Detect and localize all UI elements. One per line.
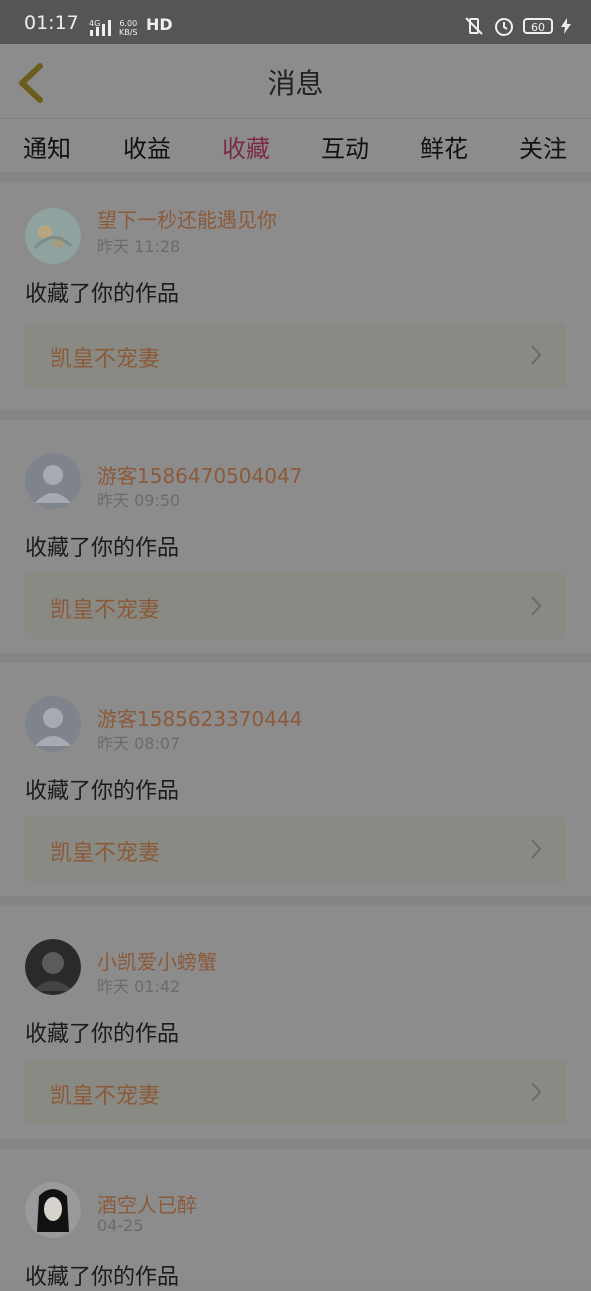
charging-icon <box>561 18 571 34</box>
message-action: 收藏了你的作品 <box>25 1265 180 1290</box>
work-title: 凯皇不宠妻 <box>50 1084 161 1109</box>
message-action: 收藏了你的作品 <box>25 536 180 561</box>
photo-avatar-icon[interactable] <box>25 939 81 995</box>
username[interactable]: 游客1586470504047 <box>97 460 302 489</box>
message-time: 昨天 01:42 <box>97 977 181 996</box>
tab-notice[interactable]: 通知 <box>23 129 71 164</box>
status-time: 01:17 <box>24 12 79 34</box>
net-speed-unit: KB/S <box>119 28 138 37</box>
work-title: 凯皇不宠妻 <box>50 841 161 866</box>
flower-avatar-icon[interactable] <box>25 208 81 264</box>
work-link[interactable]: 凯皇不宠妻 <box>25 816 566 882</box>
message-card: 望下一秒还能遇见你 昨天 11:28 收藏了你的作品 凯皇不宠妻 <box>0 172 591 410</box>
message-card: 小凯爱小螃蟹 昨天 01:42 收藏了你的作品 凯皇不宠妻 <box>0 896 591 1139</box>
status-bar: 01:17 4G 6.00 KB/S HD 60 <box>0 0 591 44</box>
vibrate-off-icon <box>465 17 483 35</box>
tab-bar: 通知 收益 收藏 互动 鲜花 关注 <box>0 118 591 176</box>
tab-follow[interactable]: 关注 <box>519 129 567 164</box>
net-speed: 6.00 KB/S <box>119 19 138 37</box>
message-card: 游客1586470504047 昨天 09:50 收藏了你的作品 凯皇不宠妻 <box>0 410 591 653</box>
hd-indicator: HD <box>146 15 173 34</box>
message-time: 昨天 11:28 <box>97 237 181 256</box>
alarm-icon <box>495 18 513 36</box>
message-card: 酒空人已醉 04-25 收藏了你的作品 <box>0 1139 591 1290</box>
tab-flowers[interactable]: 鲜花 <box>420 129 468 164</box>
work-title: 凯皇不宠妻 <box>50 347 161 372</box>
net-speed-value: 6.00 <box>119 19 138 28</box>
username[interactable]: 游客1585623370444 <box>97 703 302 732</box>
work-link[interactable]: 凯皇不宠妻 <box>25 322 566 388</box>
message-time: 昨天 08:07 <box>97 734 181 753</box>
tab-interaction[interactable]: 互动 <box>321 129 369 164</box>
message-time: 04-25 <box>97 1216 144 1235</box>
chevron-right-icon <box>531 1082 542 1102</box>
tab-earnings[interactable]: 收益 <box>123 129 171 164</box>
default-user-icon[interactable] <box>25 696 81 752</box>
message-action: 收藏了你的作品 <box>25 282 180 307</box>
username[interactable]: 望下一秒还能遇见你 <box>97 204 277 233</box>
default-user-icon[interactable] <box>25 453 81 509</box>
chevron-right-icon <box>531 345 542 365</box>
message-action: 收藏了你的作品 <box>25 1022 180 1047</box>
message-card: 游客1585623370444 昨天 08:07 收藏了你的作品 凯皇不宠妻 <box>0 653 591 896</box>
message-action: 收藏了你的作品 <box>25 779 180 804</box>
battery-icon: 60 <box>523 18 553 34</box>
page-title: 消息 <box>267 67 324 100</box>
chevron-right-icon <box>531 596 542 616</box>
work-link[interactable]: 凯皇不宠妻 <box>25 573 566 639</box>
tab-favorites[interactable]: 收藏 <box>222 129 270 176</box>
work-link[interactable]: 凯皇不宠妻 <box>25 1059 566 1125</box>
signal-icon <box>90 20 111 36</box>
photo-avatar-icon[interactable] <box>25 1182 81 1238</box>
username[interactable]: 酒空人已醉 <box>97 1189 197 1218</box>
username[interactable]: 小凯爱小螃蟹 <box>97 946 217 975</box>
chevron-right-icon <box>531 839 542 859</box>
message-time: 昨天 09:50 <box>97 491 181 510</box>
work-title: 凯皇不宠妻 <box>50 598 161 623</box>
